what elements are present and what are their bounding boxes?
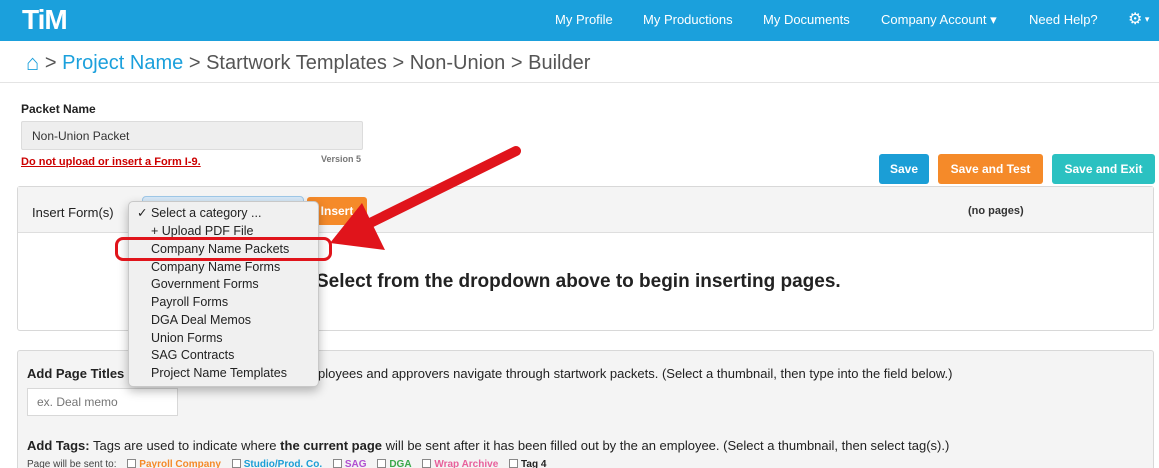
- category-dropdown-menu: ✓ Select a category ... + Upload PDF Fil…: [128, 201, 319, 387]
- tag-checkbox[interactable]: [127, 459, 137, 468]
- page-titles-text: employees and approvers navigate through…: [299, 366, 953, 381]
- breadcrumb-sep: >: [44, 52, 57, 74]
- annotation-highlight: [115, 237, 332, 261]
- no-pages-label: (no pages): [968, 205, 1024, 217]
- nav-need-help[interactable]: Need Help?: [1029, 12, 1098, 27]
- breadcrumb-sep: >: [188, 52, 201, 74]
- option-company-name-forms[interactable]: Company Name Forms: [129, 259, 318, 276]
- top-nav-bar: TiM My Profile My Productions My Documen…: [0, 0, 1159, 41]
- tag-4: Tag 4: [521, 459, 547, 468]
- breadcrumb-non-union: Non-Union: [409, 52, 506, 74]
- option-sag-contracts[interactable]: SAG Contracts: [129, 347, 318, 364]
- tags-heading: Add Tags:: [27, 438, 90, 453]
- sent-to-label: Page will be sent to:: [27, 459, 117, 468]
- tag-wrap-archive: Wrap Archive: [434, 459, 499, 468]
- nav-my-documents[interactable]: My Documents: [763, 12, 850, 27]
- nav-company-account[interactable]: Company Account ▾: [881, 12, 997, 28]
- breadcrumb-divider: [0, 82, 1159, 83]
- save-and-test-button[interactable]: Save and Test: [938, 154, 1043, 184]
- page-titles-heading: Add Page Titles: [27, 366, 125, 381]
- tag-checkbox[interactable]: [509, 459, 519, 468]
- tag-payroll-company: Payroll Company: [139, 459, 221, 468]
- tags-text-2: will be sent after it has been filled ou…: [385, 438, 950, 453]
- save-button[interactable]: Save: [879, 154, 929, 184]
- option-dga-deal-memos[interactable]: DGA Deal Memos: [129, 312, 318, 329]
- logo[interactable]: TiM: [22, 4, 68, 36]
- breadcrumb: ⌂ > Project Name > Startwork Templates >…: [26, 50, 590, 76]
- tags-help: Add Tags: Tags are used to indicate wher…: [27, 438, 949, 453]
- empty-state-message: Select from the dropdown above to begin …: [316, 271, 841, 292]
- breadcrumb-sep: >: [510, 52, 523, 74]
- option-union-forms[interactable]: Union Forms: [129, 330, 318, 347]
- option-project-name-templates[interactable]: Project Name Templates: [129, 365, 318, 382]
- nav-my-profile[interactable]: My Profile: [555, 12, 613, 27]
- page-title-input[interactable]: [27, 388, 178, 416]
- i9-warning-link[interactable]: Do not upload or insert a Form I-9.: [21, 156, 201, 168]
- packet-name-input[interactable]: Non-Union Packet: [21, 121, 363, 150]
- nav-my-productions[interactable]: My Productions: [643, 12, 733, 27]
- insert-forms-label: Insert Form(s): [32, 205, 114, 220]
- tag-checkbox[interactable]: [377, 459, 387, 468]
- option-select-category[interactable]: ✓ Select a category ...: [129, 205, 318, 222]
- gear-icon[interactable]: ⚙ ▾: [1128, 9, 1149, 29]
- breadcrumb-project[interactable]: Project Name: [62, 52, 183, 74]
- breadcrumb-sep: >: [392, 52, 405, 74]
- tag-checkbox[interactable]: [422, 459, 432, 468]
- option-government-forms[interactable]: Government Forms: [129, 276, 318, 293]
- tags-emphasis: the current page: [280, 438, 383, 453]
- option-payroll-forms[interactable]: Payroll Forms: [129, 294, 318, 311]
- breadcrumb-templates: Startwork Templates: [206, 52, 387, 74]
- home-icon[interactable]: ⌂: [26, 50, 39, 75]
- tag-studio-prod: Studio/Prod. Co.: [243, 459, 323, 468]
- tag-checkbox[interactable]: [332, 459, 342, 468]
- tag-checkbox-row: Page will be sent to: Payroll Company St…: [27, 459, 546, 468]
- version-label: Version 5: [321, 154, 362, 164]
- packet-name-label: Packet Name: [21, 102, 96, 116]
- tag-checkbox[interactable]: [231, 459, 241, 468]
- save-and-exit-button[interactable]: Save and Exit: [1052, 154, 1155, 184]
- tag-sag: SAG: [344, 459, 367, 468]
- breadcrumb-builder: Builder: [528, 52, 591, 74]
- tags-text-1: Tags are used to indicate where: [92, 438, 277, 453]
- tag-dga: DGA: [389, 459, 412, 468]
